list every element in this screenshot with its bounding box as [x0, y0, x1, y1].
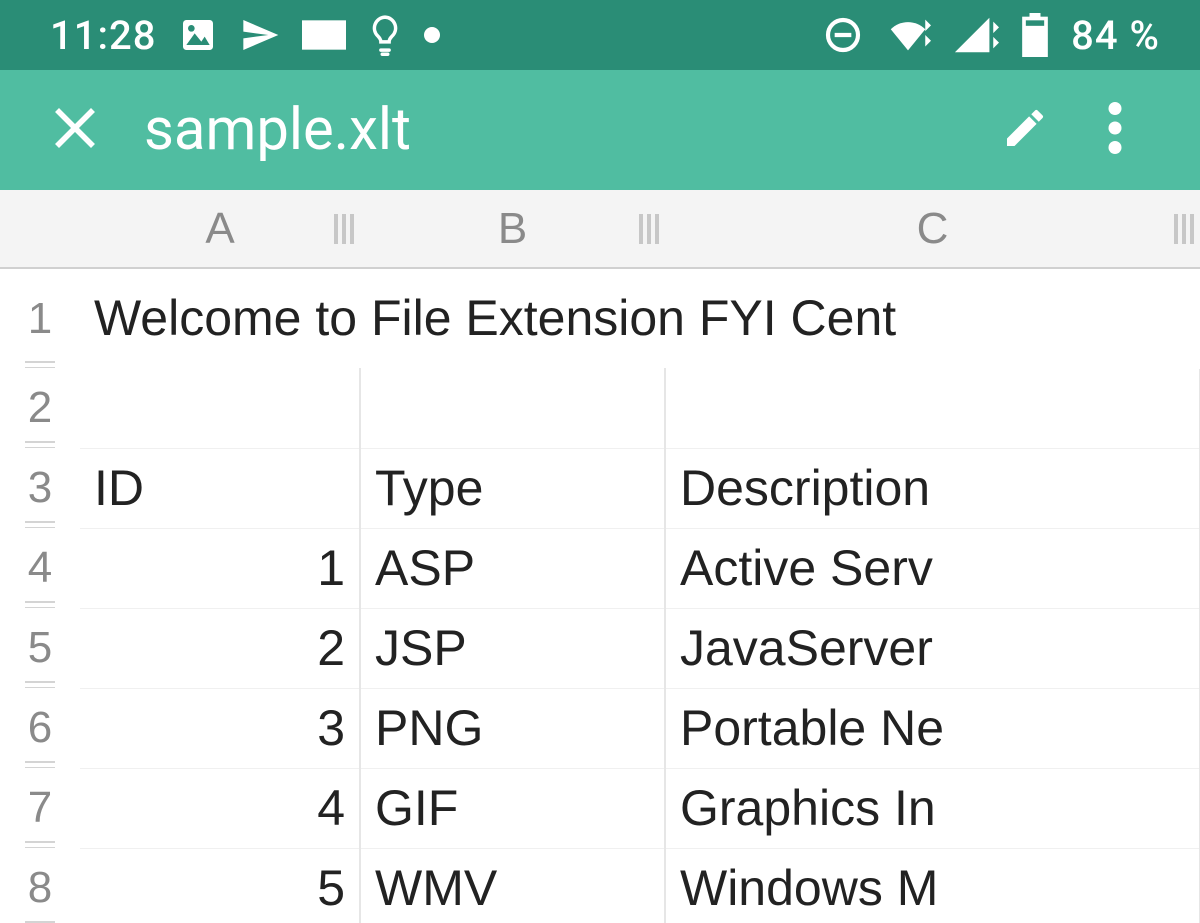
column-header-label: C: [917, 204, 949, 253]
cell-value: Graphics In: [680, 780, 936, 836]
row-header-label: 3: [28, 463, 52, 512]
column-header-label: A: [205, 204, 234, 253]
wifi-icon: [885, 15, 931, 55]
row-header-label: 5: [28, 623, 52, 672]
row-header-4[interactable]: 4: [0, 528, 80, 608]
row-header-3[interactable]: 3: [0, 448, 80, 528]
app-bar: sample.xlt: [0, 70, 1200, 190]
cell-C3[interactable]: Description: [665, 448, 1200, 528]
cell-value: JSP: [375, 620, 467, 676]
row-header-2[interactable]: 2: [0, 368, 80, 448]
column-resize-handle[interactable]: [1174, 214, 1194, 244]
battery-percent: 84 %: [1071, 12, 1160, 59]
cell-A4[interactable]: 1: [80, 528, 360, 608]
cell-value: 2: [317, 620, 345, 676]
cell-C7[interactable]: Graphics In: [665, 768, 1200, 848]
photo-icon: [178, 15, 218, 55]
cell-value: ASP: [375, 540, 475, 596]
close-button[interactable]: [30, 85, 120, 175]
cell-value: Type: [375, 460, 483, 516]
send-icon: [240, 15, 280, 55]
column-resize-handle[interactable]: [334, 214, 354, 244]
cell-B4[interactable]: ASP: [360, 528, 665, 608]
spreadsheet-grid: A B C 1 Welco: [0, 190, 1200, 923]
row-header-label: 2: [28, 383, 52, 432]
cell-A8[interactable]: 5: [80, 848, 360, 923]
cell-C4[interactable]: Active Serv: [665, 528, 1200, 608]
cell-B7[interactable]: GIF: [360, 768, 665, 848]
pencil-icon: [1001, 104, 1049, 156]
select-all-corner[interactable]: [0, 190, 80, 268]
cell-value: WMV: [375, 860, 497, 916]
close-icon: [51, 104, 99, 156]
cell-value: 1: [317, 540, 345, 596]
cell-A7[interactable]: 4: [80, 768, 360, 848]
row-header-1[interactable]: 1: [0, 268, 80, 368]
lightbulb-icon: [368, 13, 402, 57]
column-header-C[interactable]: C: [665, 190, 1200, 268]
cell-C6[interactable]: Portable Ne: [665, 688, 1200, 768]
cell-B2[interactable]: [360, 368, 665, 448]
cell-value: 5: [317, 860, 345, 916]
cell-value: PNG: [375, 700, 483, 756]
cell-B6[interactable]: PNG: [360, 688, 665, 768]
status-right-group: 84 %: [823, 12, 1160, 59]
cell-value: 4: [317, 780, 345, 836]
row-header-label: 4: [28, 543, 52, 592]
spreadsheet-viewport[interactable]: A B C 1 Welco: [0, 190, 1200, 923]
cell-A1[interactable]: Welcome to File Extension FYI Cent: [80, 268, 1200, 368]
document-title: sample.xlt: [120, 96, 980, 164]
cell-A2[interactable]: [80, 368, 360, 448]
do-not-disturb-icon: [823, 15, 863, 55]
cell-C8[interactable]: Windows M: [665, 848, 1200, 923]
cell-value: Active Serv: [680, 540, 933, 596]
row-header-6[interactable]: 6: [0, 688, 80, 768]
row-header-label: 6: [28, 703, 52, 752]
cell-value: GIF: [375, 780, 458, 836]
cell-A5[interactable]: 2: [80, 608, 360, 688]
cell-B8[interactable]: WMV: [360, 848, 665, 923]
cell-value: Welcome to File Extension FYI Cent: [94, 290, 896, 346]
cell-value: Windows M: [680, 860, 938, 916]
cellular-signal-icon: [953, 15, 999, 55]
row-header-label: 8: [28, 863, 52, 912]
column-header-A[interactable]: A: [80, 190, 360, 268]
cell-C2[interactable]: [665, 368, 1200, 448]
more-vert-icon: [1108, 102, 1122, 158]
row-header-label: 7: [28, 783, 52, 832]
cell-B5[interactable]: JSP: [360, 608, 665, 688]
cell-value: Description: [680, 460, 930, 516]
cell-value: Portable Ne: [680, 700, 944, 756]
cell-A3[interactable]: ID: [80, 448, 360, 528]
overflow-menu-button[interactable]: [1070, 85, 1160, 175]
column-header-B[interactable]: B: [360, 190, 665, 268]
battery-icon: [1021, 13, 1049, 57]
rectangle-icon: [302, 19, 346, 51]
edit-button[interactable]: [980, 85, 1070, 175]
notification-dot-icon: [424, 27, 440, 43]
column-resize-handle[interactable]: [639, 214, 659, 244]
cell-value: ID: [94, 460, 144, 516]
cell-value: JavaServer: [680, 620, 933, 676]
cell-B3[interactable]: Type: [360, 448, 665, 528]
row-header-5[interactable]: 5: [0, 608, 80, 688]
status-left-group: 11:28: [50, 12, 440, 59]
row-header-8[interactable]: 8: [0, 848, 80, 923]
column-header-label: B: [498, 204, 527, 253]
status-time: 11:28: [50, 12, 156, 59]
status-bar: 11:28: [0, 0, 1200, 70]
row-header-7[interactable]: 7: [0, 768, 80, 848]
cell-C5[interactable]: JavaServer: [665, 608, 1200, 688]
cell-A6[interactable]: 3: [80, 688, 360, 768]
cell-value: 3: [317, 700, 345, 756]
row-header-label: 1: [28, 294, 52, 343]
